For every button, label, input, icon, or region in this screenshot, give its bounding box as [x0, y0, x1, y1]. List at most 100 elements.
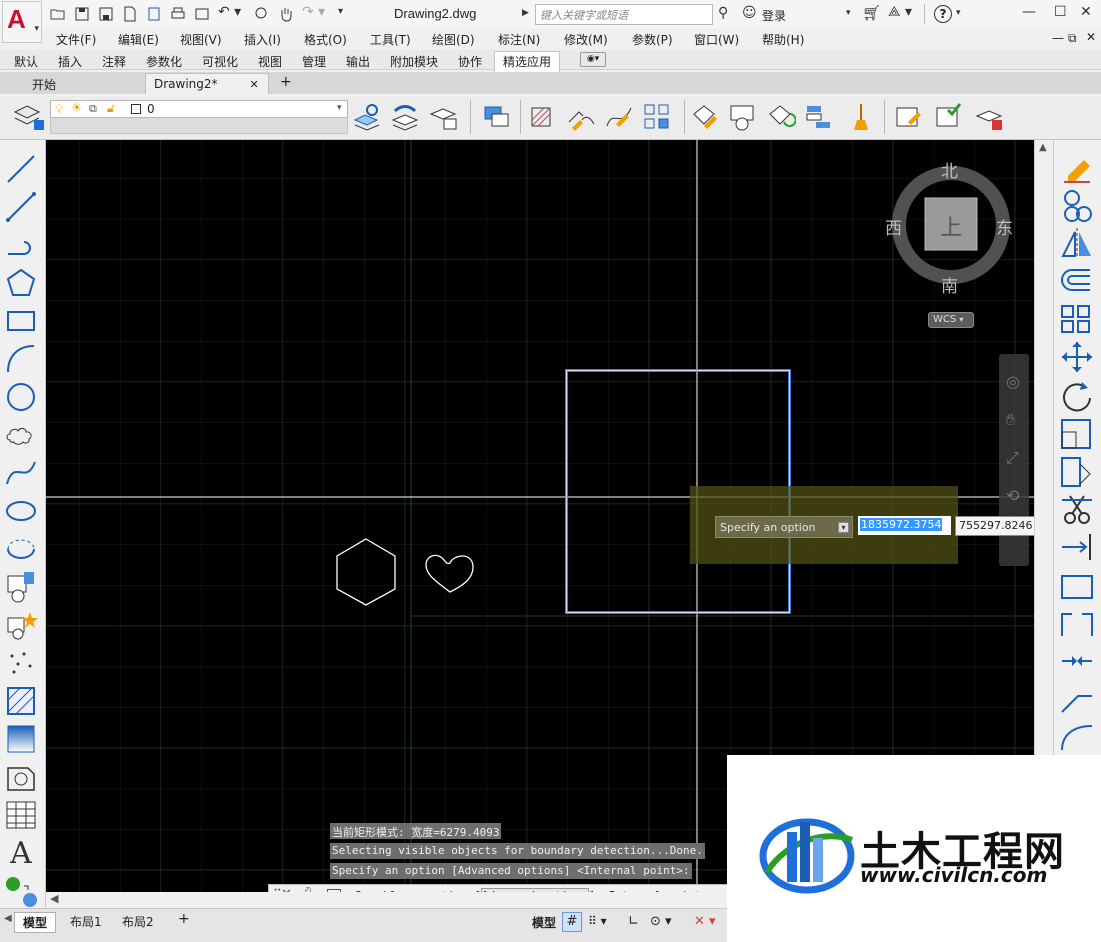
polar-tracking-icon[interactable]: ⊙ ▾ [650, 914, 672, 929]
doc-close-button[interactable]: ✕ [1086, 30, 1096, 44]
match-layer-icon[interactable] [352, 102, 382, 132]
tab-layout1[interactable]: 布局1 [62, 912, 110, 931]
pan-icon[interactable]: ✋︎ [1006, 410, 1015, 430]
add-layout-button[interactable]: + [170, 910, 198, 928]
revision-cloud-icon[interactable] [4, 418, 38, 452]
menu-tools[interactable]: 工具(T) [370, 31, 411, 48]
new-file-icon[interactable] [122, 6, 138, 22]
compass-north[interactable]: 北 [941, 157, 958, 182]
wcs-menu[interactable]: WCS ▾ [928, 312, 974, 328]
search-input[interactable]: 键入关键字或短语 [535, 4, 713, 25]
compass-west[interactable]: 西 [885, 214, 902, 239]
mirror-icon[interactable] [1058, 226, 1096, 260]
table-tool-icon[interactable] [4, 798, 38, 832]
circle-tool-icon[interactable] [4, 380, 38, 414]
x-coordinate-input[interactable]: 1835972.3754 [858, 516, 951, 535]
move-icon[interactable] [1058, 340, 1096, 374]
multiline-text-icon[interactable]: A [4, 836, 38, 871]
tab-parametric[interactable]: 参数化 [146, 53, 182, 70]
tab-output[interactable]: 输出 [346, 53, 370, 70]
rectangle-tool-icon[interactable] [482, 102, 512, 132]
new-tab-button[interactable]: + [276, 72, 298, 93]
save-as-icon[interactable] [98, 6, 114, 22]
break-icon[interactable] [1058, 606, 1096, 640]
tab-featured-apps[interactable]: 精选应用 [494, 51, 561, 73]
redo-icon[interactable]: ↷ ▾ [302, 4, 325, 20]
polygon-tool-icon[interactable] [4, 266, 38, 300]
tab-default[interactable]: 默认 [14, 53, 38, 70]
menu-draw[interactable]: 绘图(D) [432, 31, 475, 48]
layer-states-icon[interactable] [428, 102, 458, 132]
scroll-layout-left-icon[interactable]: ◀ [4, 913, 12, 924]
zoom-extents-icon[interactable]: ⤢ [1006, 448, 1019, 468]
a360-icon[interactable]: ⟁ ▾ [888, 4, 912, 20]
y-coordinate-input[interactable]: 755297.8246 [955, 516, 1043, 536]
login-button[interactable]: 登录 [762, 7, 786, 24]
menu-modify[interactable]: 修改(M) [564, 31, 608, 48]
table-tool-icon[interactable] [728, 102, 758, 132]
orbit-icon[interactable]: ⟲ [1006, 486, 1019, 505]
region-tool-icon[interactable] [4, 760, 38, 794]
tab-annotate[interactable]: 注释 [102, 53, 126, 70]
minimize-button[interactable]: — [1022, 4, 1036, 20]
tab-drawing2[interactable]: Drawing2* ✕ [145, 73, 269, 94]
customize-quick-access-icon[interactable]: ▾ [338, 6, 343, 17]
purge-broom-icon[interactable] [846, 102, 876, 132]
rotate-icon[interactable] [1058, 378, 1096, 412]
add-selected-icon[interactable] [4, 874, 38, 908]
snap-mode-icon[interactable]: ⠿ ▾ [588, 914, 607, 928]
menu-view[interactable]: 视图(V) [180, 31, 222, 48]
ellipse-arc-icon[interactable] [4, 532, 38, 566]
doc-minimize-button[interactable]: — [1052, 31, 1064, 45]
chevron-right-icon[interactable]: ▶ [522, 8, 529, 18]
array-icon[interactable] [1058, 302, 1096, 336]
steering-wheel-icon[interactable]: ◎ [1006, 372, 1020, 391]
scroll-up-arrow-icon[interactable]: ▲ [1039, 142, 1047, 153]
spline-tool-icon[interactable] [4, 456, 38, 490]
scroll-left-arrow-icon[interactable]: ◀ [50, 892, 58, 905]
layer-walk-icon[interactable] [974, 102, 1004, 132]
publish-icon[interactable] [146, 6, 162, 22]
fillet-icon[interactable] [1058, 720, 1096, 754]
erase-icon[interactable] [1058, 150, 1096, 184]
grid-display-icon[interactable]: # [562, 912, 582, 932]
chevron-down-icon[interactable]: ▾ [846, 8, 851, 18]
tab-addins[interactable]: 附加模块 [390, 53, 438, 70]
join-icon[interactable] [1058, 644, 1096, 678]
offset-icon[interactable] [1058, 264, 1096, 298]
break-at-point-icon[interactable] [1058, 568, 1096, 602]
close-icon[interactable]: ✕ [250, 78, 259, 91]
pan-hand-icon[interactable] [278, 6, 294, 22]
close-button[interactable]: ✕ [1080, 4, 1092, 20]
compass-east[interactable]: 东 [996, 214, 1013, 239]
edit-polyline-icon[interactable] [566, 102, 596, 132]
maximize-button[interactable]: ☐ [1054, 4, 1067, 20]
layer-properties-icon[interactable] [12, 102, 46, 132]
copy-icon[interactable] [1058, 188, 1096, 222]
menu-parametric[interactable]: 参数(P) [632, 31, 673, 48]
block-edit-icon[interactable] [690, 102, 720, 132]
menu-window[interactable]: 窗口(W) [694, 31, 739, 48]
viewcube-top-label[interactable]: 上 [940, 210, 962, 242]
data-link-icon[interactable] [804, 102, 834, 132]
edit-spline-icon[interactable] [604, 102, 634, 132]
tab-view[interactable]: 视图 [258, 53, 282, 70]
binoculars-icon[interactable]: ⚲ [718, 5, 728, 21]
osnap-icon[interactable]: ✕ ▾ [694, 914, 716, 929]
tab-model[interactable]: 模型 [14, 912, 57, 933]
tab-visualize[interactable]: 可视化 [202, 53, 238, 70]
ortho-icon[interactable]: ∟ [628, 914, 639, 929]
open-folder-icon[interactable] [50, 6, 66, 22]
undo-icon[interactable]: ↶ ▾ [218, 4, 241, 20]
zoom-window-icon[interactable] [254, 6, 270, 22]
previous-layer-icon[interactable] [390, 102, 420, 132]
gradient-tool-icon[interactable] [4, 722, 38, 756]
tab-manage[interactable]: 管理 [302, 53, 326, 70]
edit-attribute-icon[interactable] [894, 102, 924, 132]
menu-format[interactable]: 格式(O) [304, 31, 347, 48]
menu-insert[interactable]: 插入(I) [244, 31, 281, 48]
tab-layout2[interactable]: 布局2 [114, 912, 162, 931]
chamfer-icon[interactable] [1058, 682, 1096, 716]
doc-restore-button[interactable]: ⧉ [1068, 31, 1077, 46]
polyline-tool-icon[interactable] [4, 228, 38, 262]
